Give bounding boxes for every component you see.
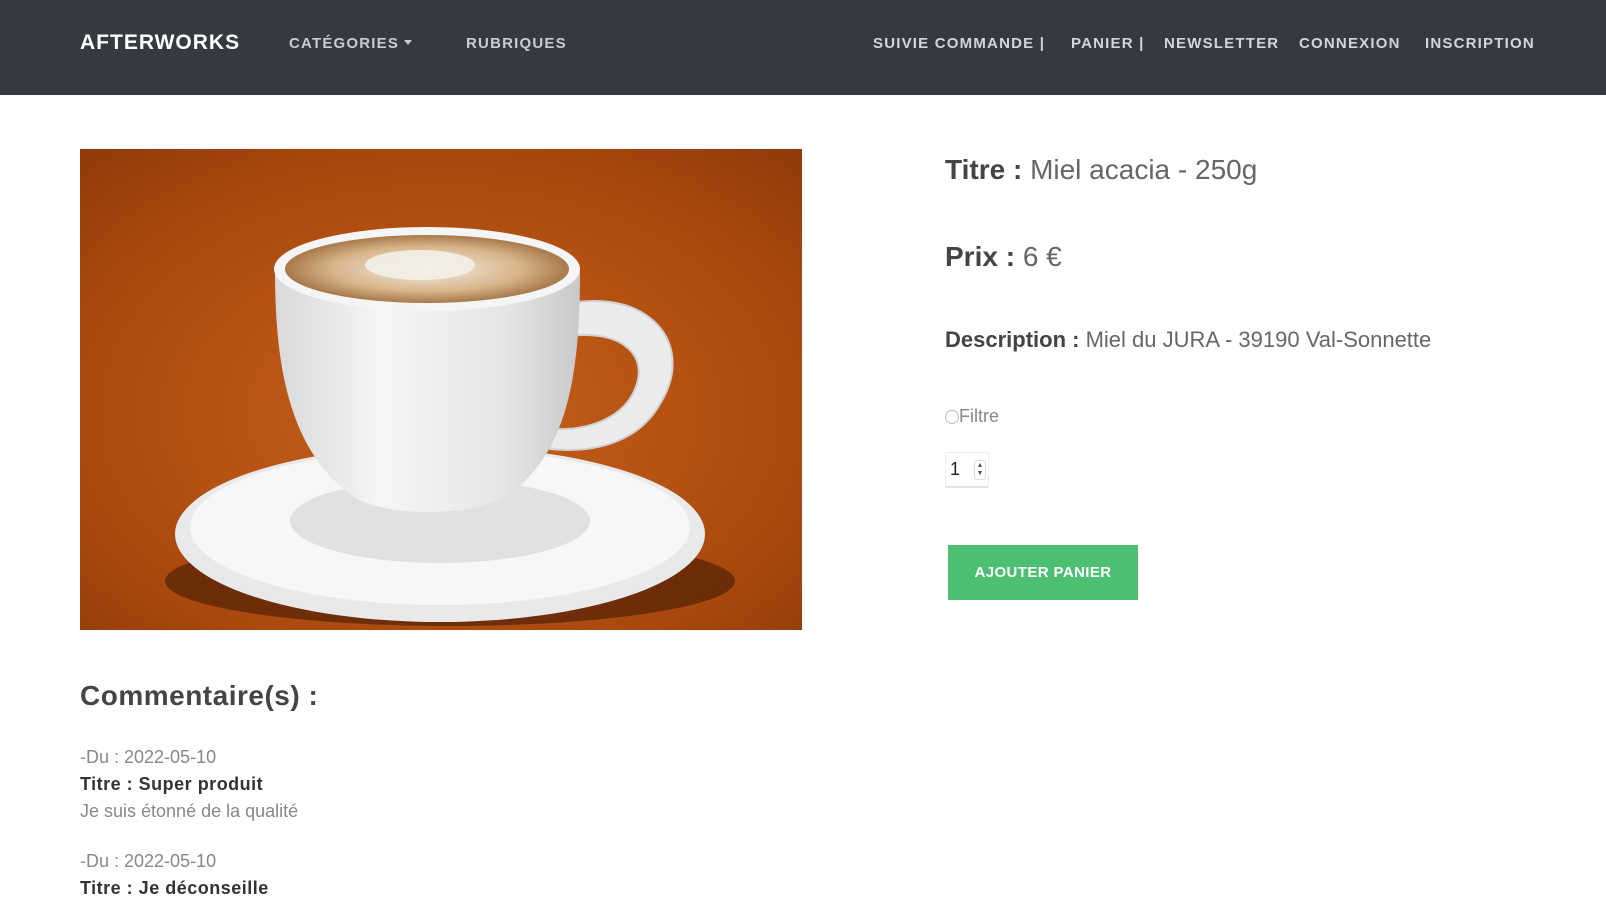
comment-date: -Du : 2022-05-10 [80,747,217,767]
product-description: Description : Miel du JURA - 39190 Val-S… [945,327,1431,353]
product-title-value: Miel acacia - 250g [1030,154,1258,185]
quantity-input[interactable]: 1 ▲ ▼ [945,452,989,488]
nav-suivie-commande[interactable]: SUIVIE COMMANDE | [873,35,1045,52]
comment-text: Je suis étonné de la qualité [80,801,299,821]
product-price-label: Prix : [945,241,1016,272]
nav-connexion[interactable]: CONNEXION [1299,35,1401,52]
product-description-value: Miel du JURA - 39190 Val-Sonnette [1085,327,1432,352]
filter-radio[interactable] [945,409,959,424]
comment-title: Titre : Super produit [80,774,264,794]
nav-panier[interactable]: PANIER | [1071,35,1145,52]
product-image [80,149,802,630]
nav-inscription[interactable]: INSCRIPTION [1425,35,1535,52]
quantity-stepper[interactable]: ▲ ▼ [974,459,986,480]
coffee-cup-image [80,149,802,630]
caret-down-icon [404,40,413,45]
product-price: Prix : 6 € [945,241,1062,273]
comment-title: Titre : Je déconseille [80,878,269,898]
nav-rubriques[interactable]: RUBRIQUES [466,35,567,52]
stepper-down-icon[interactable]: ▼ [977,470,984,478]
product-price-value: 6 € [1022,241,1062,272]
stepper-up-icon[interactable]: ▲ [977,462,984,470]
brand-logo[interactable]: AFTERWORKS [80,31,240,55]
product-title: Titre : Miel acacia - 250g [945,154,1257,186]
product-description-label: Description : [945,327,1080,352]
comment-date: -Du : 2022-05-10 [80,851,217,871]
product-title-label: Titre : [945,154,1023,185]
filter-label: Filtre [959,406,999,426]
nav-categories-label: CATÉGORIES [289,35,400,52]
comments-heading: Commentaire(s) : [80,680,319,711]
navbar: AFTERWORKS CATÉGORIES RUBRIQUES SUIVIE C… [0,0,1606,95]
nav-newsletter[interactable]: NEWSLETTER [1164,35,1279,52]
add-to-cart-button[interactable]: AJOUTER PANIER [948,545,1138,600]
filter-option[interactable]: Filtre [945,406,999,427]
quantity-value: 1 [950,459,961,479]
nav-categories-dropdown[interactable]: CATÉGORIES [289,35,413,52]
